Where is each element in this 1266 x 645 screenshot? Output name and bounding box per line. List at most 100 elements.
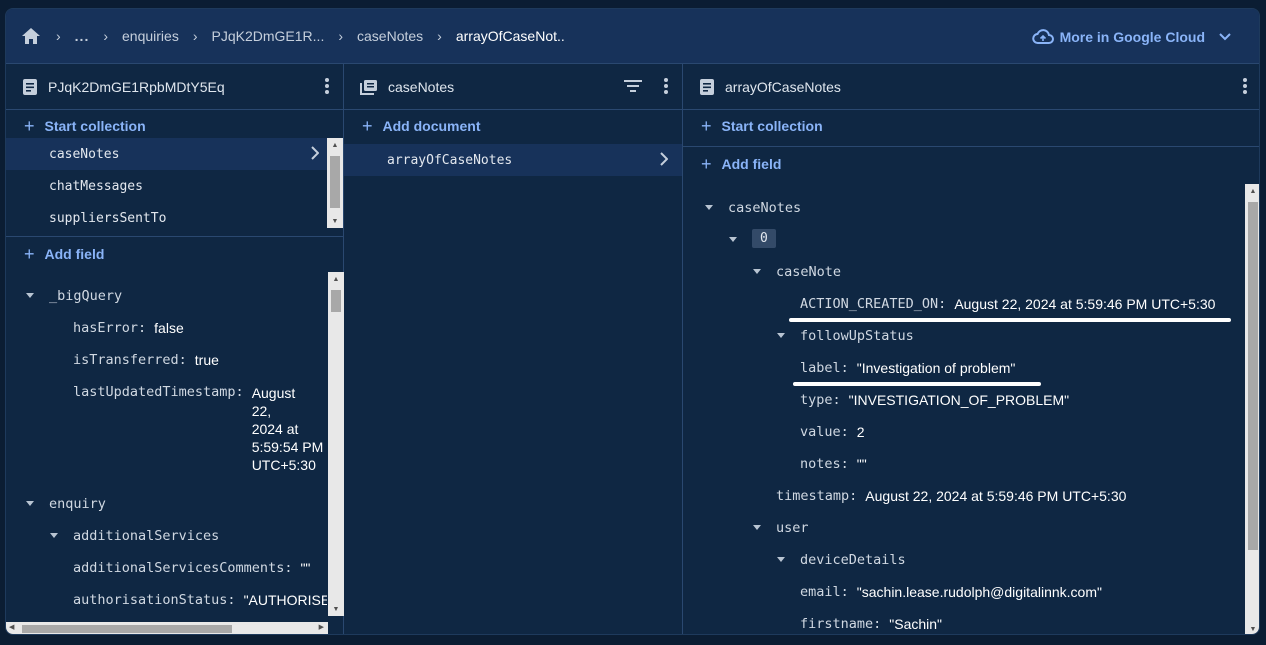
collection-panel: caseNotes + Add document arrayOfCaseNote… [344, 64, 683, 634]
field-key: label: [800, 360, 849, 376]
field-key: caseNotes [728, 200, 802, 216]
add-field-button[interactable]: + Add field [6, 238, 104, 270]
add-field-label: Add field [44, 246, 105, 262]
scroll-left-icon[interactable]: ◀ [9, 623, 14, 631]
plus-icon: + [24, 244, 35, 264]
add-document-button[interactable]: + Add document [344, 110, 682, 142]
collapse-arrow-icon[interactable] [26, 501, 34, 506]
scrollbar-thumb[interactable] [331, 290, 341, 312]
collection-icon [360, 79, 378, 95]
document-title: PJqK2DmGE1RpbMDtY5Eq [48, 78, 225, 95]
field-label[interactable]: label: "Investigation of problem" [800, 360, 1015, 376]
collapse-arrow-icon[interactable] [753, 525, 761, 530]
field-followupstatus[interactable]: followUpStatus [800, 328, 914, 344]
field-key: authorisationStatus: [73, 592, 236, 608]
value-line: UTC+5:30 [251, 457, 316, 473]
highlight-underline [793, 382, 1041, 386]
start-collection-button[interactable]: + Start collection [683, 110, 1259, 142]
breadcrumb-enquiries[interactable]: enquiries [122, 28, 179, 44]
field-bigquery[interactable]: _bigQuery [49, 288, 122, 304]
document-detail-header: arrayOfCaseNotes [683, 64, 1259, 110]
plus-icon: + [701, 116, 712, 136]
breadcrumb-current[interactable]: arrayOfCaseNot.. [456, 28, 565, 44]
breadcrumb-document[interactable]: PJqK2DmGE1R... [212, 28, 325, 44]
scroll-up-icon[interactable]: ▲ [327, 138, 343, 152]
scrollbar-thumb[interactable] [1248, 202, 1258, 550]
chevron-right-icon: › [103, 28, 109, 44]
collection-item-casenotes[interactable]: caseNotes [6, 138, 343, 170]
collapse-arrow-icon[interactable] [777, 333, 785, 338]
scrollbar-thumb[interactable] [22, 625, 232, 633]
scroll-up-icon[interactable]: ▲ [328, 272, 344, 286]
field-tree-scrollbar[interactable]: ▲ ▼ [1245, 184, 1259, 634]
field-key: ACTION_CREATED_ON: [800, 296, 947, 312]
collection-item-supplierssentto[interactable]: suppliersSentTo [6, 202, 343, 234]
collection-name: caseNotes [49, 146, 120, 162]
more-vert-icon[interactable] [325, 78, 329, 94]
array-index-badge: 0 [752, 229, 776, 248]
field-key: _bigQuery [49, 288, 123, 304]
field-index-0[interactable]: 0 [752, 229, 776, 248]
document-panel-header: PJqK2DmGE1RpbMDtY5Eq [6, 64, 343, 110]
field-key: firstname: [800, 616, 882, 632]
scroll-down-icon[interactable]: ▼ [1245, 622, 1259, 634]
chevron-right-icon [311, 146, 319, 160]
field-haserror[interactable]: hasError: false [73, 320, 184, 336]
divider [683, 146, 1259, 147]
start-collection-label: Start collection [44, 118, 146, 134]
collection-item-chatmessages[interactable]: chatMessages [6, 170, 343, 202]
field-additionalservicescomments[interactable]: additionalServicesComments: "" [73, 560, 310, 576]
collapse-arrow-icon[interactable] [777, 557, 785, 562]
scroll-down-icon[interactable]: ▼ [327, 214, 343, 228]
field-value: "Investigation of problem" [856, 360, 1016, 376]
collapse-arrow-icon[interactable] [26, 293, 34, 298]
field-notes[interactable]: notes: "" [800, 456, 867, 472]
collapse-arrow-icon[interactable] [50, 533, 58, 538]
more-in-google-cloud-button[interactable]: More in Google Cloud [1031, 9, 1231, 64]
field-value[interactable]: value: 2 [800, 424, 865, 440]
add-field-button[interactable]: + Add field [683, 148, 781, 180]
breadcrumb: › ... › enquiries › PJqK2DmGE1R... › cas… [42, 28, 565, 44]
field-value: false [154, 320, 184, 336]
firestore-console: › ... › enquiries › PJqK2DmGE1R... › cas… [5, 8, 1260, 635]
field-lastupdatedtimestamp[interactable]: lastUpdatedTimestamp: August 22, 2024 at… [73, 384, 323, 474]
breadcrumb-casenotes[interactable]: caseNotes [357, 28, 423, 44]
field-type[interactable]: type: "INVESTIGATION_OF_PROBLEM" [800, 392, 1069, 408]
field-tree-scrollbar[interactable]: ▲ ▼ [328, 272, 344, 616]
field-devicedetails[interactable]: deviceDetails [800, 552, 906, 568]
field-authorisationstatus[interactable]: authorisationStatus: "AUTHORISE [73, 592, 327, 608]
collection-panel-header: caseNotes [344, 64, 682, 110]
filter-icon[interactable] [624, 79, 642, 93]
scroll-right-icon[interactable]: ▶ [319, 623, 324, 631]
collapse-arrow-icon[interactable] [705, 205, 713, 210]
collapse-arrow-icon[interactable] [729, 237, 737, 242]
breadcrumb-ellipsis[interactable]: ... [75, 28, 90, 44]
more-vert-icon[interactable] [1243, 78, 1247, 94]
collection-name: chatMessages [49, 178, 143, 194]
document-panel: PJqK2DmGE1RpbMDtY5Eq + Start collection … [6, 64, 344, 634]
collection-scrollbar[interactable]: ▲ ▼ [327, 138, 343, 228]
plus-icon: + [701, 154, 712, 174]
field-casenotes[interactable]: caseNotes [728, 200, 801, 216]
field-user[interactable]: user [776, 520, 809, 536]
collapse-arrow-icon[interactable] [753, 269, 761, 274]
scroll-up-icon[interactable]: ▲ [1245, 184, 1259, 198]
more-vert-icon[interactable] [664, 78, 668, 94]
document-item-arrayofcasenotes[interactable]: arrayOfCaseNotes [344, 144, 682, 176]
field-istransferred[interactable]: isTransferred: true [73, 352, 219, 368]
scrollbar-thumb[interactable] [330, 156, 340, 208]
field-action-created-on[interactable]: ACTION_CREATED_ON: August 22, 2024 at 5:5… [800, 296, 1215, 312]
field-additionalservices[interactable]: additionalServices [73, 528, 219, 544]
scroll-down-icon[interactable]: ▼ [328, 602, 344, 616]
field-email[interactable]: email: "sachin.lease.rudolph@digitalinnk.… [800, 584, 1102, 600]
field-timestamp[interactable]: timestamp: August 22, 2024 at 5:59:46 PM … [776, 488, 1126, 504]
add-document-label: Add document [382, 118, 481, 134]
field-key: isTransferred: [73, 352, 187, 368]
horizontal-scrollbar[interactable]: ◀ ▶ [6, 622, 328, 634]
field-tree: caseNotes 0 caseNote ACTION_CREATED_ON: A… [683, 184, 1259, 634]
field-casenote[interactable]: caseNote [776, 264, 841, 280]
field-value: true [194, 352, 219, 368]
field-enquiry[interactable]: enquiry [49, 496, 106, 512]
field-firstname[interactable]: firstname: "Sachin" [800, 616, 942, 632]
home-icon[interactable] [20, 26, 42, 46]
